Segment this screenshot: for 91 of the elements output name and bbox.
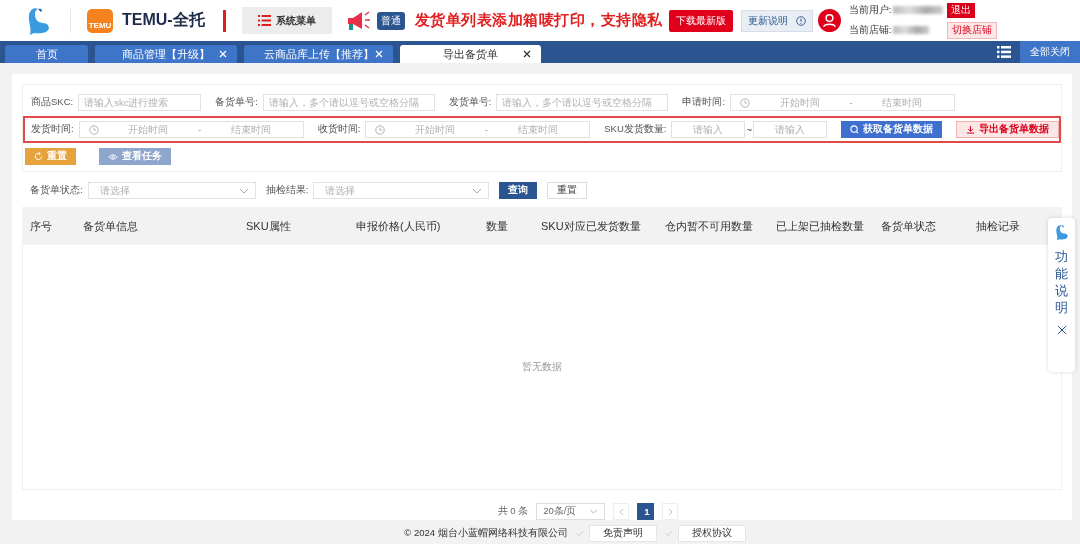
range-separator: - [484,124,488,136]
app-title: TEMU-全托 [122,10,205,31]
system-menu-button[interactable]: 系统菜单 [241,7,332,35]
download-button[interactable]: 下载最新版 [668,9,733,32]
field-label: SKU发货数量: [604,123,667,137]
column-header: 备货单状态 [881,218,937,234]
chevron-down-icon [238,187,249,194]
close-icon[interactable] [523,50,531,59]
column-header: 序号 [30,218,53,234]
clock-icon [88,124,99,135]
user-avatar-icon[interactable] [817,9,841,33]
empty-text: 暂无数据 [522,360,562,375]
tab[interactable]: 导出备货单 [400,45,541,64]
reset-button[interactable]: 重置 [547,182,588,200]
search-icon [850,125,860,135]
field-label: 商品SKC: [31,96,74,110]
date-range-field[interactable]: 开始时间 - 结束时间 [730,94,956,112]
input-field[interactable]: 请输入 [671,121,746,139]
check-icon [664,529,673,537]
end-date-input[interactable]: 结束时间 [205,123,297,137]
export-button[interactable]: 导出备货单数据 [956,121,1060,139]
list-icon [257,15,271,27]
field-label: 备货单状态: [30,184,83,198]
start-date-input[interactable]: 开始时间 [389,123,481,137]
input-field[interactable]: 请输入，多个请以逗号或空格分隔 [496,94,669,112]
tab[interactable]: 首页 [5,45,88,64]
store-label: 当前店铺: [848,23,892,37]
field-label: 收货时间: [317,123,361,137]
field-label: 申请时间: [682,96,726,110]
page-size-select[interactable]: 20条/页 [536,503,606,521]
fetch-button[interactable]: 获取备货单数据 [841,121,943,139]
blurred-store-name [893,26,930,35]
column-header: SKU对应已发货数量 [541,218,642,234]
temu-logo: TEMU [87,8,113,33]
select-field[interactable]: 请选择 [313,182,490,200]
column-header: SKU属性 [246,218,292,234]
chevron-down-icon [472,187,483,194]
logout-button[interactable]: 退出 [947,2,976,18]
date-range-field[interactable]: 开始时间 - 结束时间 [78,121,304,139]
end-date-input[interactable]: 结束时间 [856,96,949,110]
column-header: 抽检记录 [976,218,1021,234]
page-button[interactable]: 1 [637,503,655,521]
range-separator: - [849,97,853,109]
field-label: 发货时间: [31,123,74,137]
range-separator: - [198,124,202,136]
column-header: 已上架已抽检数量 [776,218,865,234]
menu-icon[interactable] [997,46,1011,59]
input-field[interactable]: 请输入 [753,121,828,139]
input-field[interactable]: 请输入，多个请以逗号或空格分隔 [262,94,435,112]
footer-link-button[interactable]: 授权协议 [677,524,746,542]
footer-link-button[interactable]: 免责声明 [588,524,657,542]
megaphone-icon [345,9,372,32]
select-field[interactable]: 请选择 [87,182,256,200]
announcement-text: 发货单列表添加箱唛打印，支持隐私 [414,11,663,31]
chevron-right-icon [667,507,673,516]
start-date-input[interactable]: 开始时间 [754,96,846,110]
clock-icon [375,124,386,135]
field-label: 抽检结果: [265,184,309,198]
chevron-left-icon [618,507,624,516]
close-icon[interactable] [1056,324,1067,335]
level-badge: 普通 [376,11,405,30]
column-header: 备货单信息 [83,218,139,234]
copyright-text: © 2024 烟台小蓝帽网络科技有限公司 [404,526,568,540]
eye-icon [108,152,118,161]
select-input[interactable]: 请选择 [97,184,235,198]
field-label: 备货单号: [215,96,258,110]
date-range-field[interactable]: 开始时间 - 结束时间 [365,121,591,139]
start-date-input[interactable]: 开始时间 [102,123,195,137]
column-header: 数量 [486,218,509,234]
end-date-input[interactable]: 结束时间 [491,123,584,137]
download-icon [966,125,976,135]
blurred-username [893,6,944,15]
range-separator: ~ [746,124,753,136]
update-notes-button[interactable]: 更新说明 [740,9,813,32]
select-input[interactable]: 请选择 [323,184,469,198]
tab[interactable]: 云商品库上传【推荐】 [244,45,393,64]
tab[interactable]: 商品管理【升级】 [95,45,237,64]
total-count: 共 0 条 [497,505,529,519]
column-header: 申报价格(人民币) [356,218,442,234]
close-all-button[interactable]: 全部关闭 [1020,41,1080,64]
field-label: 发货单号: [448,96,492,110]
input-field[interactable]: 请输入skc进行搜索 [78,94,202,112]
column-header: 仓内暂不可用数量 [665,218,754,234]
user-label: 当前用户: [848,3,892,17]
switch-store-button[interactable]: 切换店铺 [947,21,998,39]
chevron-down-icon [589,509,599,515]
info-icon [795,15,806,26]
refresh-icon [34,152,43,162]
query-button[interactable]: 查询 [499,182,538,200]
clock-icon [740,97,751,108]
check-icon [575,529,584,537]
